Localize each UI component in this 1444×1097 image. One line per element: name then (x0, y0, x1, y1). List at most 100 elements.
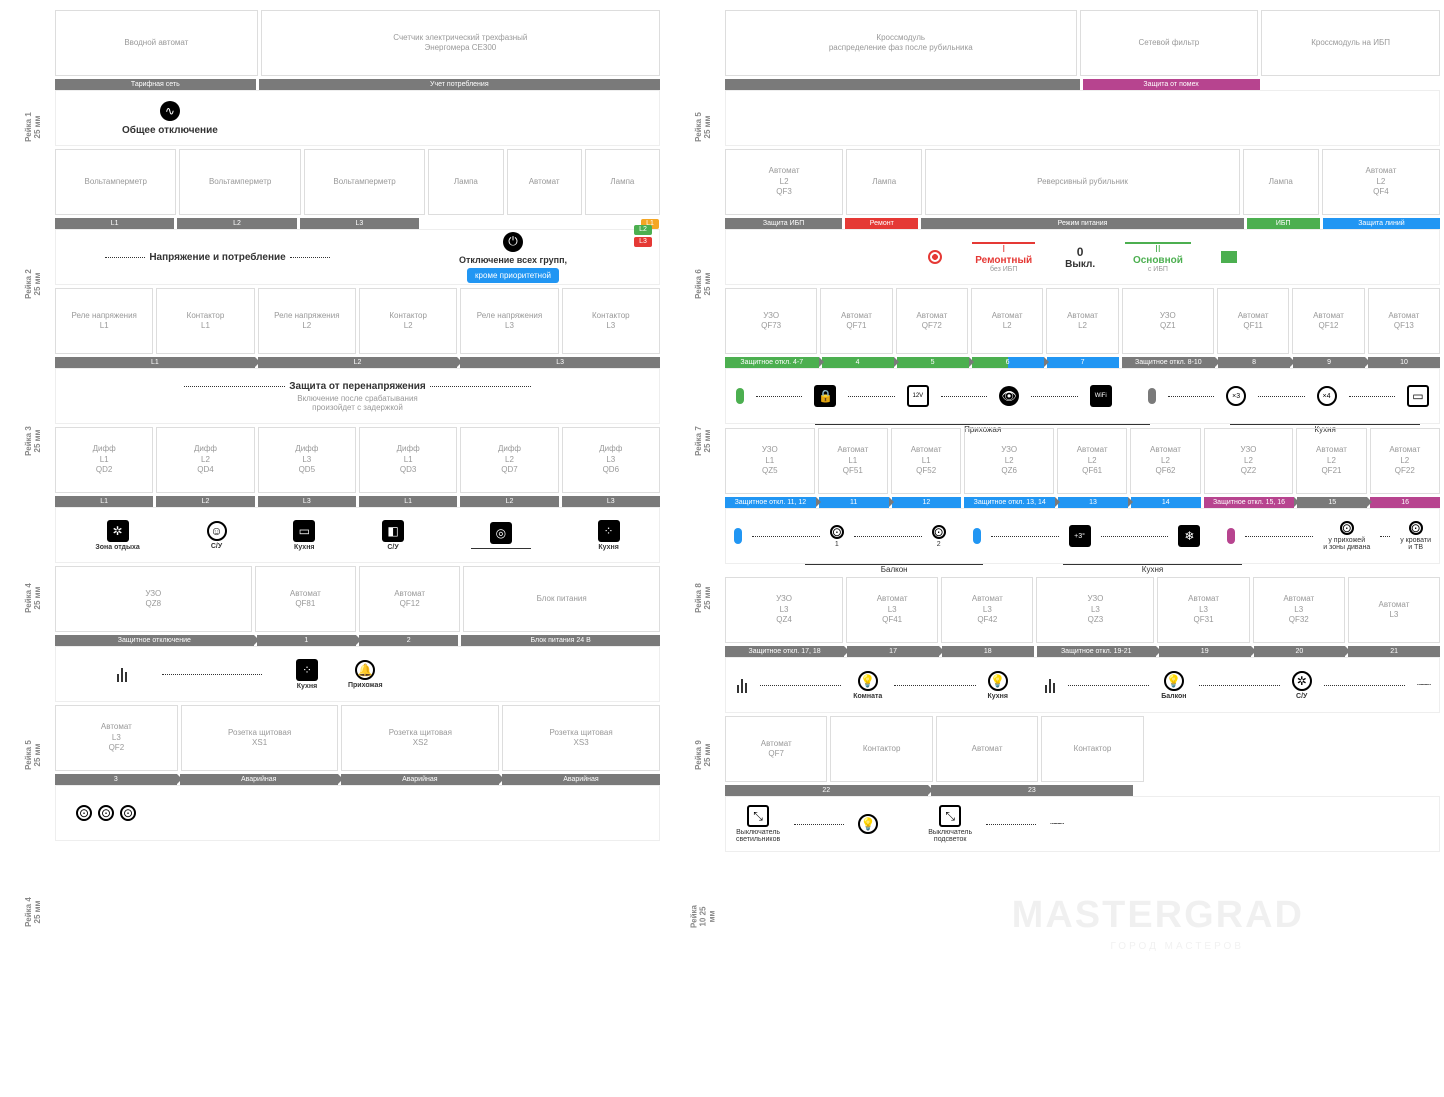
mode-i: I (972, 242, 1035, 255)
watermark-sub: ГОРОД МАСТЕРОВ (1110, 941, 1244, 952)
tag: 12 (892, 497, 962, 508)
rail-label: Рейка 5 25 мм (24, 740, 42, 770)
bell-icon: 🔔 (355, 660, 375, 680)
watermark: MASTERGRAD (1012, 894, 1304, 937)
box: УЗО QZ8 (55, 566, 252, 632)
sublabel: Включение после срабатывания произойдет … (297, 394, 418, 412)
lamp-icon (928, 250, 942, 264)
label: Прихожая (348, 682, 383, 689)
box: Автомат L1 QF51 (818, 428, 888, 494)
box: Дифф L3 QD6 (562, 427, 660, 493)
tag: 3 (55, 774, 177, 785)
x4-icon: ×4 (1317, 386, 1337, 406)
tag: Защита линий (1323, 218, 1440, 229)
face-icon: ☺ (207, 521, 227, 541)
tag: L3 (300, 218, 419, 229)
box: Автомат L2 QF3 (725, 149, 843, 215)
tag: 19 (1159, 646, 1251, 657)
led-icon: ┈┈┈ (1050, 819, 1062, 830)
rail-label: Рейка 8 25 мм (694, 583, 712, 613)
eye-icon: 👁 (999, 386, 1019, 406)
tag: 7 (1047, 357, 1119, 368)
rcd-icon (1227, 528, 1235, 544)
phase-badge: L2 (634, 225, 652, 235)
box: Автомат QF81 (255, 566, 356, 632)
rcd-icon (734, 528, 742, 544)
box: УЗО QZ1 (1122, 288, 1214, 354)
label: С/У (211, 543, 222, 550)
tag: L1 (359, 496, 457, 507)
box: Дифф L1 QD2 (55, 427, 153, 493)
tag: 11 (819, 497, 889, 508)
rail-label: Рейка 4 25 мм (24, 897, 42, 927)
tag: 21 (1348, 646, 1440, 657)
box: Автомат L3 QF31 (1157, 577, 1249, 643)
rail-label: Рейка 5 25 мм (694, 112, 712, 142)
tag: L3 (460, 357, 660, 368)
rail-label: Рейка 4 25 мм (24, 583, 42, 613)
tag: 9 (1293, 357, 1365, 368)
cooktop-icon: ⁘ (598, 520, 620, 542)
cooktop-icon: ⁘ (296, 659, 318, 681)
label: Кухня (988, 693, 1008, 700)
tag: L2 (258, 357, 458, 368)
tag: Защитное отключение (55, 635, 254, 646)
socket-icon: ⊙ (932, 525, 946, 539)
priority-button[interactable]: кроме приоритетной (467, 268, 559, 283)
tag: Защитное откл. 8-10 (1122, 357, 1216, 368)
box: Вводной автомат (55, 10, 258, 76)
box: Контактор (1041, 716, 1143, 782)
socket-icon: ⊙ (76, 805, 92, 821)
tag: Защитное откл. 19-21 (1037, 646, 1156, 657)
tag: Ремонт (845, 218, 918, 229)
box: Автомат (507, 149, 582, 215)
sublabel: с ИБП (1148, 266, 1168, 273)
rail-label: Рейка 1 25 мм (24, 112, 42, 142)
box: Автомат QF13 (1368, 288, 1440, 354)
box: Реверсивный рубильник (925, 149, 1239, 215)
label: Балкон (1161, 693, 1186, 700)
box: Автомат L3 (1348, 577, 1440, 643)
battery-icon (1221, 251, 1237, 263)
tag: ИБП (1247, 218, 1320, 229)
box: Автомат L2 QF4 (1322, 149, 1440, 215)
label: Комната (853, 693, 882, 700)
box: Кроссмодуль распределение фаз после руби… (725, 10, 1077, 76)
box: Автомат QF12 (1292, 288, 1364, 354)
box: Автомат L3 QF41 (846, 577, 938, 643)
box: Автомат L2 QF61 (1057, 428, 1127, 494)
box: Счетчик электрический трехфазный Энергом… (261, 10, 660, 76)
switch-icon: ⤡ (747, 805, 769, 827)
tag (725, 79, 1080, 90)
tag: Учет потребления (259, 79, 660, 90)
tag: Аварийная (502, 774, 660, 785)
box: Автомат QF11 (1217, 288, 1289, 354)
oven-icon: ▭ (293, 520, 315, 542)
tag-row: Тарифная сеть Учет потребления (55, 79, 660, 90)
box: Автомат L2 (1046, 288, 1118, 354)
box: Автомат L2 QF22 (1370, 428, 1440, 494)
box: Автомат QF71 (820, 288, 892, 354)
tag: Защитное откл. 15, 16 (1204, 497, 1295, 508)
box: Реле напряжения L2 (258, 288, 356, 354)
box: УЗО L3 QZ4 (725, 577, 843, 643)
box: Дифф L2 QD4 (156, 427, 254, 493)
tag: Защита от помех (1083, 79, 1260, 90)
label: Ремонтный (975, 255, 1032, 266)
label: Выключатель светильников (736, 829, 780, 843)
tag: 15 (1297, 497, 1367, 508)
fan-icon: ✲ (107, 520, 129, 542)
num: 2 (937, 541, 941, 548)
tag: L2 (177, 218, 296, 229)
tag: Защитное откл. 17, 18 (725, 646, 844, 657)
socket-icon: ⊙ (1409, 521, 1423, 535)
tag: 17 (847, 646, 939, 657)
mode-0: 0 (1077, 245, 1084, 259)
rail-label: Рейка 2 25 мм (24, 269, 42, 299)
fan-icon: ✲ (1292, 671, 1312, 691)
tag: Защитное откл. 11, 12 (725, 497, 816, 508)
label: у прихожей и зоны дивана (1323, 537, 1370, 551)
washer-icon: ◎ (490, 522, 512, 544)
tag: Тарифная сеть (55, 79, 256, 90)
box: Автомат L3 QF32 (1253, 577, 1345, 643)
